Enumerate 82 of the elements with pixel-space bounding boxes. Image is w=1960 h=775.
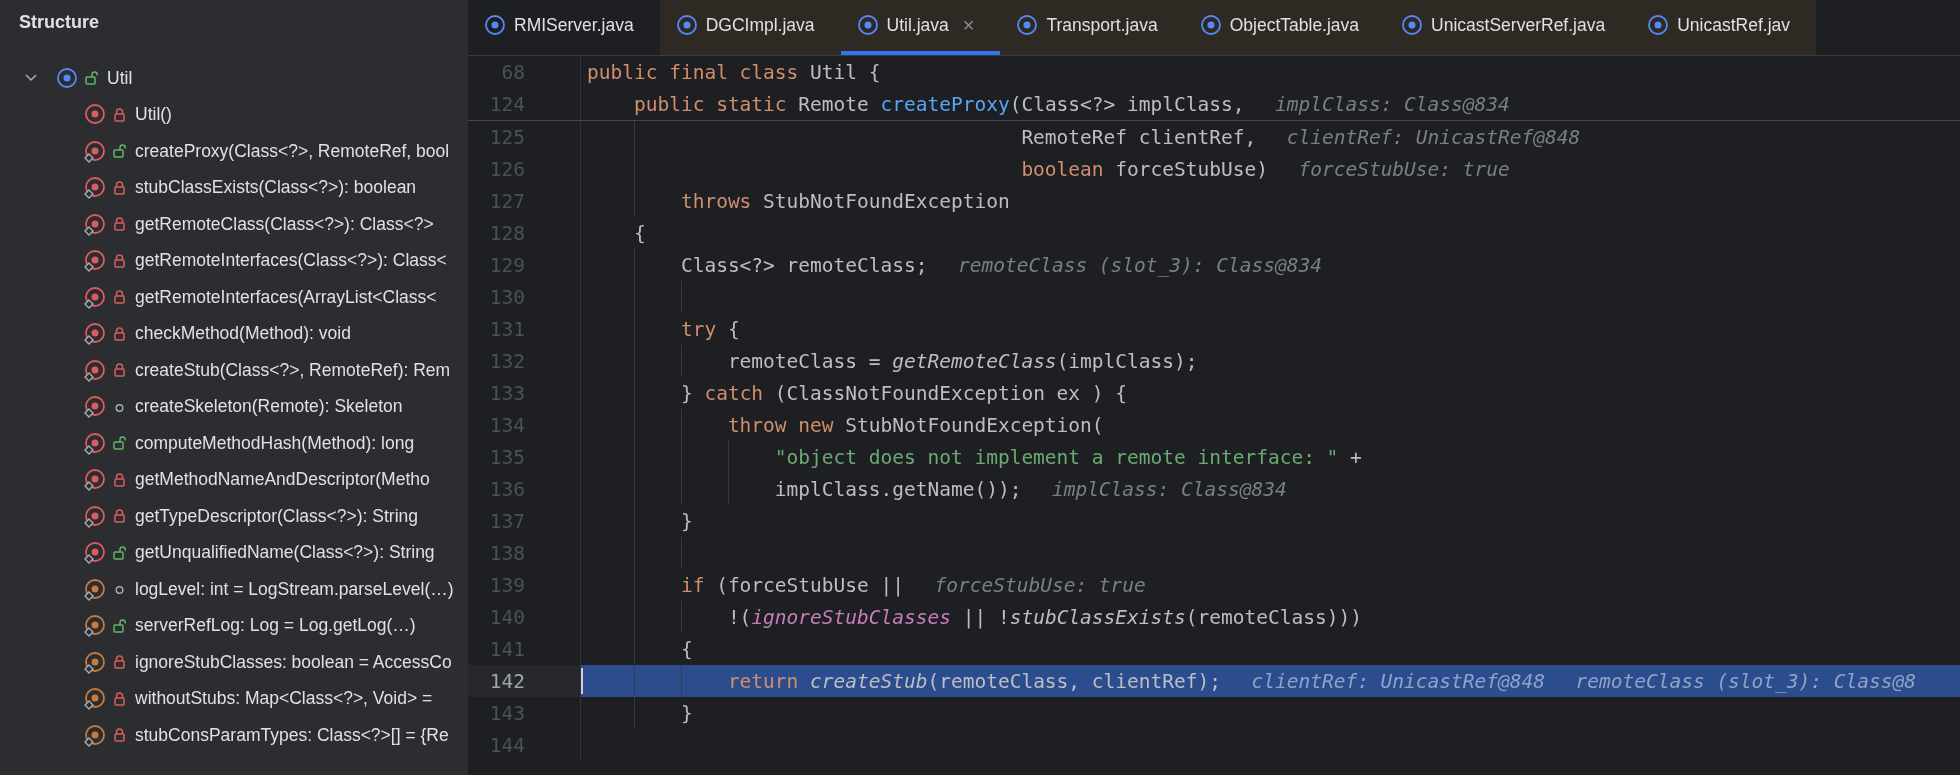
- tree-item[interactable]: ignoreStubClasses: boolean = AccessCo: [0, 644, 468, 681]
- inlay-hint: remoteClass (slot_3): Class@834: [958, 253, 1322, 277]
- item-label: stubClassExists(Class<?>): boolean: [135, 177, 417, 199]
- tree-item[interactable]: stubClassExists(Class<?>): boolean: [0, 169, 468, 206]
- tree-item[interactable]: createStub(Class<?>, RemoteRef): Rem: [0, 352, 468, 389]
- code-line: }: [679, 509, 693, 533]
- item-label: getUnqualifiedName(Class<?>): String: [135, 542, 435, 564]
- code-line: {: [679, 637, 693, 661]
- code-line: {: [632, 221, 646, 245]
- item-label: getTypeDescriptor(Class<?>): String: [135, 505, 419, 527]
- inlay-hint: forceStubUse: true: [934, 573, 1146, 597]
- editor-tab[interactable]: Util.java ×: [840, 0, 1001, 55]
- tree-item[interactable]: createProxy(Class<?>, RemoteRef, bool: [0, 133, 468, 170]
- editor-tab[interactable]: UnicastRef.jav: [1631, 0, 1817, 55]
- tree-item[interactable]: getMethodNameAndDescriptor(Metho: [0, 461, 468, 498]
- item-label: checkMethod(Method): void: [135, 323, 351, 345]
- inlay-hint: implClass: Class@834: [1275, 92, 1510, 116]
- inlay-hint: clientRef: UnicastRef@848: [1286, 125, 1581, 149]
- editor-tab[interactable]: DGCImpl.java: [659, 0, 841, 55]
- class-icon: [1401, 14, 1424, 37]
- tree-item[interactable]: Util(): [0, 96, 468, 133]
- item-label: logLevel: int = LogStream.parseLevel(…): [135, 578, 454, 600]
- item-label: getRemoteClass(Class<?>): Class<?>: [135, 213, 434, 235]
- code-line: "object does not implement a remote interface: " +: [773, 445, 1362, 469]
- inlay-hint: clientRef: UnicastRef@848: [1251, 669, 1545, 693]
- editor-tab[interactable]: UnicastServerRef.java: [1385, 0, 1632, 55]
- item-label: serverRefLog: Log = Log.getLog(…): [135, 615, 416, 637]
- tree-item[interactable]: Util: [0, 60, 468, 97]
- item-label: createSkeleton(Remote): Skeleton: [135, 396, 403, 418]
- item-label: Util(): [135, 104, 172, 126]
- code-line: public final class Util {: [587, 60, 881, 84]
- item-label: ignoreStubClasses: boolean = AccessCo: [135, 651, 452, 673]
- text-caret: [581, 668, 583, 694]
- class-icon: [1016, 14, 1039, 37]
- class-icon: [856, 14, 879, 37]
- code-line: if (forceStubUse ||: [679, 573, 904, 597]
- item-label: stubConsParamTypes: Class<?>[] = {Re: [135, 724, 449, 746]
- editor-tab[interactable]: Transport.java: [1000, 0, 1184, 55]
- panel-title: Structure: [18, 11, 100, 34]
- item-label: createProxy(Class<?>, RemoteRef, bool: [135, 140, 450, 162]
- line-number: 142: [468, 665, 581, 697]
- item-label: createStub(Class<?>, RemoteRef): Rem: [135, 359, 451, 381]
- class-icon: [675, 14, 698, 37]
- editor-tab[interactable]: ObjectTable.java: [1183, 0, 1386, 55]
- code-line: Class<?> remoteClass;: [679, 253, 928, 277]
- code-line: try {: [679, 317, 740, 341]
- code-line: RemoteRef clientRef,: [1020, 125, 1257, 149]
- tree-item[interactable]: getRemoteInterfaces(Class<?>): Class<: [0, 242, 468, 279]
- item-label: getMethodNameAndDescriptor(Metho: [135, 469, 430, 491]
- item-label: withoutStubs: Map<Class<?>, Void> =: [135, 688, 433, 710]
- tree-item[interactable]: stubConsParamTypes: Class<?>[] = {Re: [0, 717, 468, 754]
- tree-item[interactable]: getTypeDescriptor(Class<?>): String: [0, 498, 468, 535]
- code-line: !(ignoreStubClasses || !stubClassExists(remoteClass))): [726, 605, 1362, 629]
- item-label: Util: [107, 67, 133, 89]
- item-label: getRemoteInterfaces(ArrayList<Class<: [135, 286, 437, 308]
- tree-item[interactable]: getRemoteClass(Class<?>): Class<?>: [0, 206, 468, 243]
- code-line: return createStub(remoteClass, clientRef);: [726, 669, 1221, 693]
- code-line: throws StubNotFoundException: [679, 189, 1010, 213]
- class-icon: [1647, 14, 1670, 37]
- code-line: boolean forceStubUse): [1020, 157, 1268, 181]
- code-line: throw new StubNotFoundException(: [726, 413, 1104, 437]
- close-button[interactable]: ×: [962, 14, 975, 37]
- code-line: } catch (ClassNotFoundException ex ) {: [679, 381, 1128, 405]
- tree-item[interactable]: createSkeleton(Remote): Skeleton: [0, 388, 468, 425]
- tree-item[interactable]: computeMethodHash(Method): long: [0, 425, 468, 462]
- code-line: public static Remote createProxy(Class<?> implClass,: [632, 92, 1245, 116]
- class-icon: [484, 14, 506, 37]
- tree-item[interactable]: getUnqualifiedName(Class<?>): String: [0, 534, 468, 571]
- tree-item[interactable]: getRemoteInterfaces(ArrayList<Class<: [0, 279, 468, 316]
- tree-item[interactable]: withoutStubs: Map<Class<?>, Void> =: [0, 680, 468, 717]
- code-line: }: [679, 701, 693, 725]
- inlay-hint: forceStubUse: true: [1298, 157, 1510, 181]
- tree-item[interactable]: serverRefLog: Log = Log.getLog(…): [0, 607, 468, 644]
- item-label: getRemoteInterfaces(Class<?>): Class<: [135, 250, 447, 272]
- code-line: remoteClass = getRemoteClass(implClass);: [726, 349, 1198, 373]
- inlay-hint: remoteClass (slot_3): Class@8: [1575, 669, 1916, 693]
- class-icon: [1199, 14, 1222, 37]
- inlay-hint: implClass: Class@834: [1051, 477, 1287, 501]
- item-label: computeMethodHash(Method): long: [135, 432, 415, 454]
- tree-item[interactable]: logLevel: int = LogStream.parseLevel(…): [0, 571, 468, 608]
- code-line: implClass.getName());: [773, 477, 1022, 501]
- tree-item[interactable]: checkMethod(Method): void: [0, 315, 468, 352]
